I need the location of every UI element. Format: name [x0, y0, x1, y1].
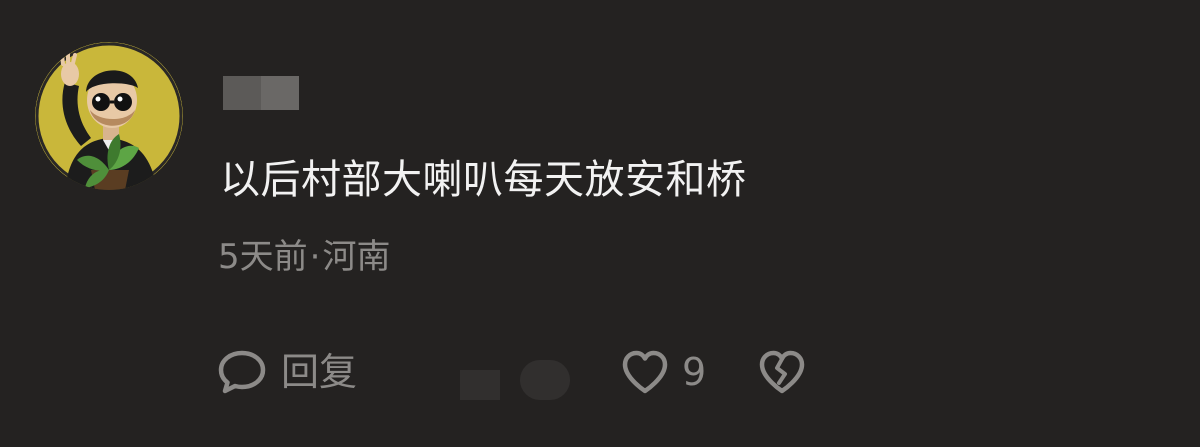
broken-heart-icon — [757, 349, 807, 395]
like-button[interactable]: 9 — [620, 347, 706, 397]
comment-time: 5天前 — [218, 237, 308, 277]
dislike-button[interactable] — [757, 347, 807, 397]
watermark-graphic — [460, 360, 570, 400]
reply-button[interactable]: 回复 — [217, 347, 357, 397]
user-avatar[interactable] — [35, 42, 183, 190]
comment-item: 以后村部大喇叭每天放安和桥 5天前·河南 回复 9 — [0, 0, 1200, 447]
heart-icon — [620, 349, 670, 395]
meta-separator: · — [309, 237, 321, 277]
comment-location: 河南 — [322, 237, 391, 277]
comment-meta: 5天前·河南 — [218, 233, 390, 281]
redaction-block — [261, 76, 299, 110]
redaction-block — [223, 76, 261, 110]
speech-bubble-icon — [217, 349, 267, 395]
cartoon-man-avatar-icon — [35, 42, 183, 190]
username-redacted[interactable] — [223, 76, 299, 110]
reply-label: 回复 — [281, 350, 358, 394]
comment-text: 以后村部大喇叭每天放安和桥 — [220, 157, 747, 203]
like-count: 9 — [682, 350, 707, 394]
